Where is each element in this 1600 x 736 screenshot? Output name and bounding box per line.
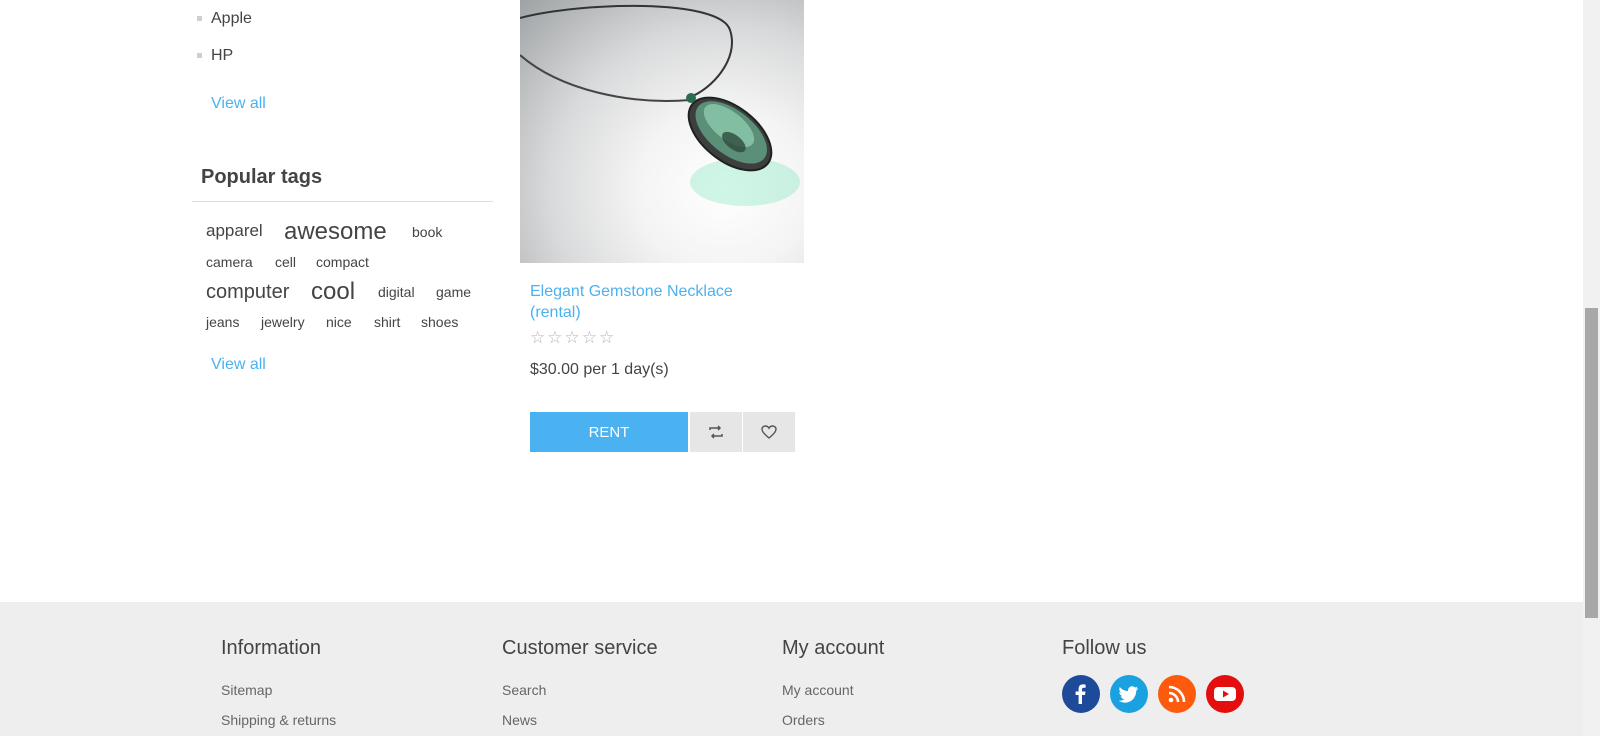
tag-link[interactable]: cell bbox=[275, 254, 296, 270]
site-footer: Information Sitemap Shipping & returns C… bbox=[0, 602, 1583, 736]
add-to-wishlist-button[interactable] bbox=[743, 412, 795, 452]
scrollbar-thumb[interactable] bbox=[1585, 308, 1598, 618]
tag-link[interactable]: shoes bbox=[421, 314, 458, 330]
twitter-link[interactable] bbox=[1110, 675, 1148, 713]
necklace-image bbox=[520, 4, 800, 206]
manufacturers-view-all-link[interactable]: View all bbox=[211, 95, 266, 113]
tag-link[interactable]: jeans bbox=[206, 314, 239, 330]
tag-link[interactable]: computer bbox=[206, 281, 289, 304]
facebook-icon bbox=[1075, 684, 1086, 704]
manufacturer-list: Apple HP bbox=[197, 8, 252, 82]
heart-icon bbox=[761, 425, 777, 439]
footer-information-title: Information bbox=[221, 637, 322, 659]
footer-my-account-title: My account bbox=[782, 637, 885, 659]
rss-icon bbox=[1168, 685, 1186, 703]
manufacturer-label[interactable]: Apple bbox=[211, 10, 252, 27]
footer-link-orders[interactable]: Orders bbox=[782, 712, 825, 728]
bullet-icon bbox=[197, 16, 202, 21]
rent-button[interactable]: RENT bbox=[530, 412, 688, 452]
vertical-scrollbar[interactable] bbox=[1583, 0, 1600, 736]
tags-view-all-link[interactable]: View all bbox=[211, 356, 266, 374]
tag-link[interactable]: compact bbox=[316, 254, 369, 270]
manufacturer-item[interactable]: Apple bbox=[197, 8, 252, 45]
product-price: $30.00 per 1 day(s) bbox=[530, 361, 669, 378]
product-title-link[interactable]: Elegant Gemstone Necklace (rental) bbox=[530, 281, 780, 323]
footer-link-shipping[interactable]: Shipping & returns bbox=[221, 712, 336, 728]
footer-link-search[interactable]: Search bbox=[502, 682, 546, 698]
footer-link-news[interactable]: News bbox=[502, 712, 537, 728]
footer-follow-us-title: Follow us bbox=[1062, 637, 1147, 659]
add-to-compare-button[interactable] bbox=[690, 412, 742, 452]
twitter-icon bbox=[1119, 686, 1138, 703]
tag-link[interactable]: nice bbox=[326, 314, 352, 330]
youtube-link[interactable] bbox=[1206, 675, 1244, 713]
footer-customer-service-title: Customer service bbox=[502, 637, 658, 659]
rss-link[interactable] bbox=[1158, 675, 1196, 713]
manufacturer-item[interactable]: HP bbox=[197, 45, 252, 82]
youtube-icon bbox=[1214, 687, 1236, 701]
tag-link[interactable]: jewelry bbox=[261, 314, 305, 330]
tag-link[interactable]: camera bbox=[206, 254, 253, 270]
tag-link[interactable]: digital bbox=[378, 284, 415, 300]
footer-link-sitemap[interactable]: Sitemap bbox=[221, 682, 272, 698]
bullet-icon bbox=[197, 53, 202, 58]
facebook-link[interactable] bbox=[1062, 675, 1100, 713]
tag-link[interactable]: awesome bbox=[284, 218, 387, 246]
tag-link[interactable]: apparel bbox=[206, 221, 263, 241]
tag-link[interactable]: book bbox=[412, 224, 442, 240]
divider bbox=[192, 201, 493, 202]
manufacturer-label[interactable]: HP bbox=[211, 47, 233, 64]
tag-link[interactable]: shirt bbox=[374, 314, 400, 330]
footer-link-my-account[interactable]: My account bbox=[782, 682, 854, 698]
rating-stars: ☆☆☆☆☆ bbox=[530, 328, 617, 347]
compare-icon bbox=[709, 425, 723, 439]
popular-tags-title: Popular tags bbox=[201, 166, 323, 188]
tag-link[interactable]: game bbox=[436, 284, 471, 300]
product-image[interactable] bbox=[520, 0, 804, 263]
tag-link[interactable]: cool bbox=[311, 278, 355, 306]
